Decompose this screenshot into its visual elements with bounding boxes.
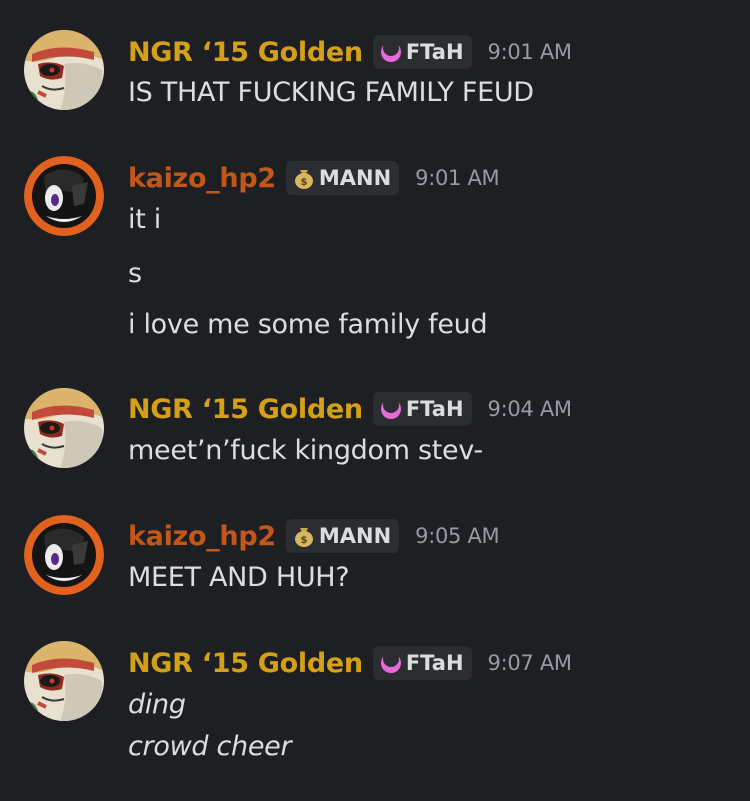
- timestamp[interactable]: 9:01 AM: [488, 40, 573, 64]
- ngr-avatar-image: [24, 641, 104, 721]
- avatar[interactable]: [24, 388, 104, 468]
- role-tag-label: FTaH: [405, 397, 464, 421]
- message-header: NGR ‘15 Golden FTaH 9:04 AM: [128, 389, 572, 429]
- ngr-avatar-image: [24, 30, 104, 110]
- message-text: it i: [128, 204, 161, 235]
- pink-crescent-icon: [379, 397, 403, 421]
- role-tag-label: MANN: [318, 524, 392, 548]
- message-text: ding: [128, 689, 186, 720]
- username[interactable]: NGR ‘15 Golden: [128, 648, 363, 679]
- role-tag[interactable]: FTaH: [372, 35, 472, 69]
- username[interactable]: kaizo_hp2: [128, 521, 276, 552]
- avatar[interactable]: [24, 30, 104, 110]
- message-text: IS THAT FUCKING FAMILY FEUD: [128, 77, 534, 108]
- message-text: MEET AND HUH?: [128, 562, 350, 593]
- username[interactable]: kaizo_hp2: [128, 163, 276, 194]
- ngr-avatar-image: [24, 388, 104, 468]
- svg-text:$: $: [300, 177, 307, 188]
- message-header: kaizo_hp2 $ MANN 9:01 AM: [128, 158, 500, 198]
- svg-text:$: $: [300, 535, 307, 546]
- message-header: NGR ‘15 Golden FTaH 9:01 AM: [128, 32, 572, 72]
- username[interactable]: NGR ‘15 Golden: [128, 394, 363, 425]
- kaizo-avatar-image: [24, 515, 104, 595]
- role-tag[interactable]: FTaH: [372, 646, 472, 680]
- role-tag[interactable]: $ MANN: [285, 519, 400, 553]
- timestamp[interactable]: 9:04 AM: [488, 397, 573, 421]
- role-tag-label: FTaH: [405, 40, 464, 64]
- role-tag[interactable]: $ MANN: [285, 161, 400, 195]
- username[interactable]: NGR ‘15 Golden: [128, 37, 363, 68]
- pink-crescent-icon: [379, 40, 403, 64]
- message-header: NGR ‘15 Golden FTaH 9:07 AM: [128, 643, 572, 683]
- kaizo-avatar-image: [24, 156, 104, 236]
- message-text: i love me some family feud: [128, 309, 488, 340]
- message-text: crowd cheer: [128, 731, 292, 762]
- pink-crescent-icon: [379, 651, 403, 675]
- timestamp[interactable]: 9:07 AM: [488, 651, 573, 675]
- role-tag[interactable]: FTaH: [372, 392, 472, 426]
- message-text: meet’n’fuck kingdom stev-: [128, 435, 483, 466]
- message-header: kaizo_hp2 $ MANN 9:05 AM: [128, 516, 500, 556]
- message-text: s: [128, 258, 142, 289]
- avatar[interactable]: [24, 156, 104, 236]
- role-tag-label: MANN: [318, 166, 392, 190]
- timestamp[interactable]: 9:01 AM: [415, 166, 500, 190]
- avatar[interactable]: [24, 515, 104, 595]
- money-bag-icon: $: [292, 524, 316, 548]
- timestamp[interactable]: 9:05 AM: [415, 524, 500, 548]
- role-tag-label: FTaH: [405, 651, 464, 675]
- money-bag-icon: $: [292, 166, 316, 190]
- avatar[interactable]: [24, 641, 104, 721]
